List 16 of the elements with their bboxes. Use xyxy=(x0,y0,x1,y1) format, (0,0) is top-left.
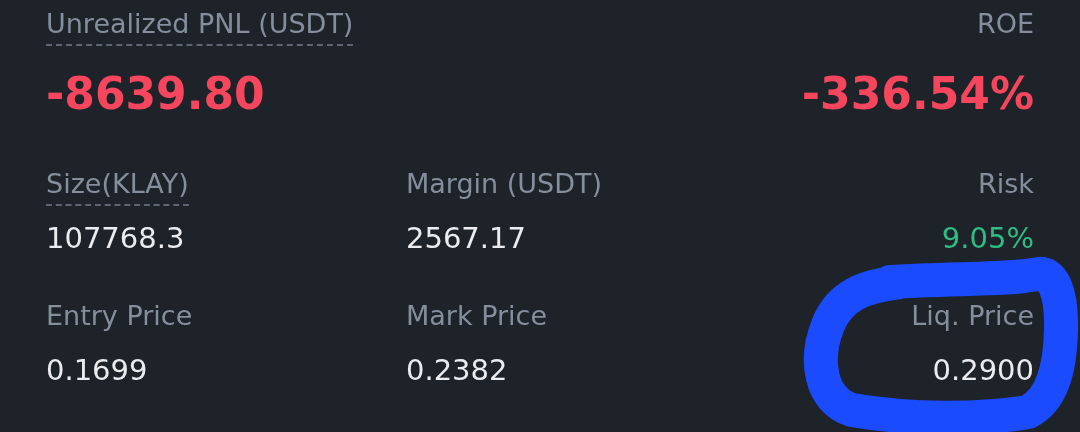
field-value: 0.2900 xyxy=(932,352,1034,389)
field-value: 0.1699 xyxy=(46,352,148,389)
field-value: -8639.80 xyxy=(46,67,265,121)
field-value: 9.05% xyxy=(941,220,1034,257)
field-label: Margin (USDT) xyxy=(406,167,603,201)
field-value: 107768.3 xyxy=(46,220,185,257)
field-label: Mark Price xyxy=(406,299,548,333)
field-value: -336.54% xyxy=(801,67,1034,121)
field-label: Entry Price xyxy=(46,299,193,333)
field-label: Size(KLAY) xyxy=(46,164,189,206)
field-value: 2567.17 xyxy=(406,220,526,257)
field-label: Unrealized PNL (USDT) xyxy=(46,4,354,46)
field-label: Liq. Price xyxy=(911,299,1034,333)
field-label: Risk xyxy=(978,167,1034,201)
field-value: 0.2382 xyxy=(406,352,508,389)
field-label: ROE xyxy=(976,7,1034,41)
